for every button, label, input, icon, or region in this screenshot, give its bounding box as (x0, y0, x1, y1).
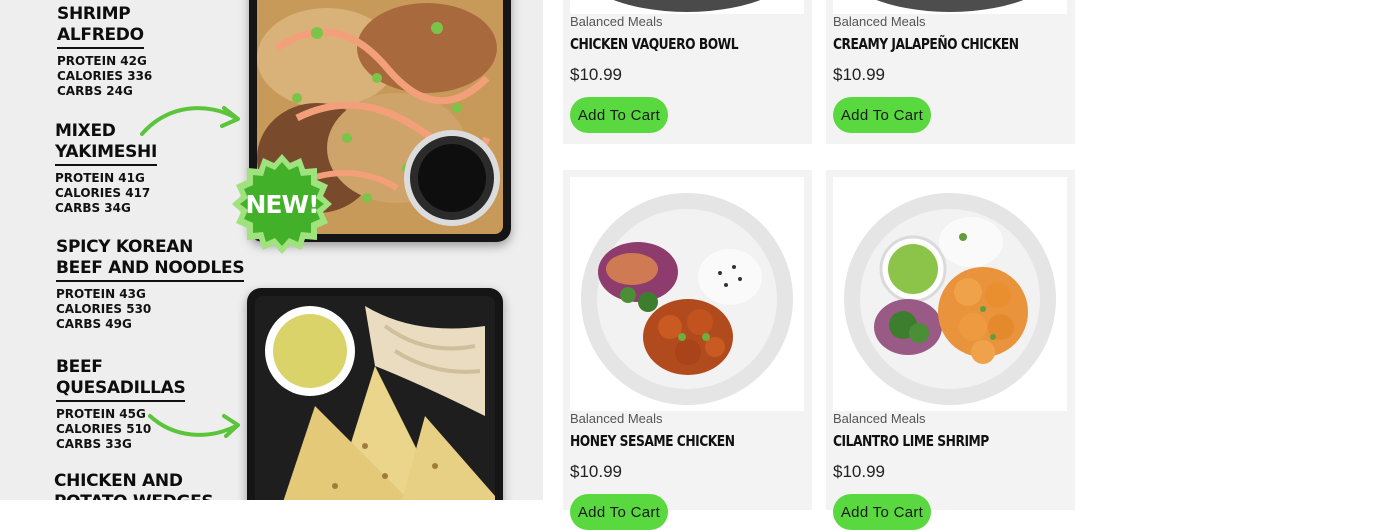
meal-info-shrimp-alfredo: SHRIMP ALFREDO PROTEIN 42G CALORIES 336 … (57, 4, 152, 99)
product-category: Balanced Meals (833, 14, 926, 29)
meal-name-line: BEEF AND NOODLES (56, 258, 245, 282)
product-price: $10.99 (833, 65, 885, 84)
product-title[interactable]: Creamy Jalapeño Chicken (833, 35, 1019, 53)
meal-name: CHICKEN AND POTATO WEDGES (54, 471, 214, 500)
product-image[interactable] (570, 177, 804, 411)
meal-nutrition: PROTEIN 42G CALORIES 336 CARBS 24G (57, 54, 152, 99)
meal-name-line: SPICY KOREAN (56, 237, 194, 257)
product-image[interactable] (570, 0, 804, 14)
quesadilla-image (255, 296, 495, 500)
product-price: $10.99 (833, 462, 885, 481)
product-title[interactable]: Cilantro Lime Shrimp (833, 432, 989, 450)
product-category: Balanced Meals (570, 14, 663, 29)
calories-label: CALORIES 530 (56, 302, 152, 316)
product-card[interactable]: Balanced Meals Chicken Vaquero Bowl $10.… (563, 0, 812, 144)
meal-name-line: QUESADILLAS (56, 378, 186, 402)
protein-label: PROTEIN 42G (57, 54, 147, 68)
product-category: Balanced Meals (570, 411, 663, 426)
new-badge: NEW! (228, 150, 336, 258)
protein-label: PROTEIN 41G (55, 171, 145, 185)
green-arrow-icon (148, 414, 240, 438)
product-image[interactable] (833, 177, 1067, 411)
product-category: Balanced Meals (833, 411, 926, 426)
carbs-label: CARBS 34G (55, 201, 131, 215)
product-image[interactable] (833, 0, 1067, 14)
honey-sesame-chicken-image (570, 177, 804, 411)
calories-label: CALORIES 336 (57, 69, 153, 83)
promo-banner: SHRIMP ALFREDO PROTEIN 42G CALORIES 336 … (0, 0, 543, 500)
meal-name-line: BEEF (56, 357, 103, 377)
meal-tray-image (247, 288, 503, 500)
meal-info-spicy-korean-beef: SPICY KOREAN BEEF AND NOODLES PROTEIN 43… (56, 237, 245, 332)
product-card[interactable]: Balanced Meals Cilantro Lime Shrimp $10.… (826, 170, 1075, 530)
meal-name-line: POTATO WEDGES (54, 492, 214, 500)
meal-name: SHRIMP ALFREDO (57, 4, 152, 49)
meal-info-chicken-potato-wedges: CHICKEN AND POTATO WEDGES (54, 471, 214, 500)
calories-label: CALORIES 417 (55, 186, 151, 200)
meal-plate-image (570, 0, 804, 14)
product-price: $10.99 (570, 65, 622, 84)
carbs-label: CARBS 24G (57, 84, 133, 98)
product-title[interactable]: Honey Sesame Chicken (570, 432, 735, 450)
add-to-cart-button[interactable]: Add To Cart (833, 97, 931, 133)
meal-nutrition: PROTEIN 41G CALORIES 417 CARBS 34G (55, 171, 157, 216)
meal-name-line: CHICKEN AND (54, 471, 183, 491)
green-arrow-icon (140, 106, 240, 136)
add-to-cart-button[interactable]: Add To Cart (570, 494, 668, 530)
meal-nutrition: PROTEIN 43G CALORIES 530 CARBS 49G (56, 287, 244, 332)
meal-name-line: ALFREDO (57, 25, 144, 49)
product-title[interactable]: Chicken Vaquero Bowl (570, 35, 739, 53)
add-to-cart-button[interactable]: Add To Cart (833, 494, 931, 530)
carbs-label: CARBS 49G (56, 317, 132, 331)
meal-name: SPICY KOREAN BEEF AND NOODLES (56, 237, 245, 282)
meal-name: BEEF QUESADILLAS (56, 357, 186, 402)
meal-name-line: SHRIMP (57, 4, 131, 24)
protein-label: PROTEIN 43G (56, 287, 146, 301)
meal-plate-image (833, 0, 1067, 14)
product-card[interactable]: Balanced Meals Creamy Jalapeño Chicken $… (826, 0, 1075, 144)
cilantro-lime-shrimp-image (833, 177, 1067, 411)
product-price: $10.99 (570, 462, 622, 481)
product-card[interactable]: Balanced Meals Honey Sesame Chicken $10.… (563, 170, 812, 530)
meal-name-line: YAKIMESHI (55, 142, 157, 166)
new-badge-label: NEW! (245, 189, 320, 219)
add-to-cart-button[interactable]: Add To Cart (570, 97, 668, 133)
